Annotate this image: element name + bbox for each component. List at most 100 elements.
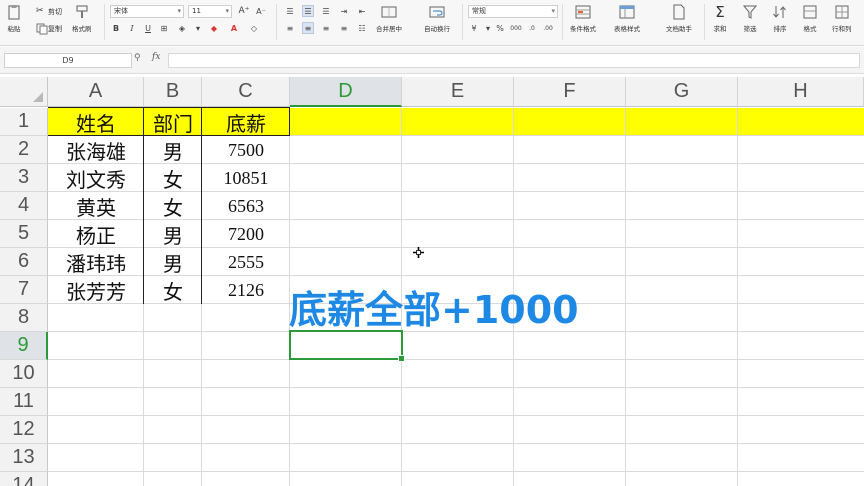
distribute-icon[interactable]: ☷ <box>356 22 368 34</box>
dropdown-icon[interactable]: ▾ <box>192 22 204 34</box>
conditional-format-button[interactable]: 条件格式 <box>570 4 596 33</box>
cell-a1[interactable]: 姓名 <box>48 108 144 136</box>
cell-c7[interactable]: 2126 <box>202 276 290 304</box>
cell-b5[interactable]: 男 <box>144 220 202 248</box>
row-header-14[interactable]: 14 <box>0 472 48 486</box>
cell-b2[interactable]: 男 <box>144 136 202 164</box>
eraser-icon[interactable]: ◇ <box>248 22 260 34</box>
border-icon[interactable]: ⊞ <box>158 22 170 34</box>
align-center-icon[interactable]: ≡ <box>302 22 314 34</box>
cell-c2[interactable]: 7500 <box>202 136 290 164</box>
align-right-icon[interactable]: ≡ <box>320 22 332 34</box>
filter-button[interactable]: 筛选 <box>742 4 758 33</box>
format-button[interactable]: 格式 <box>802 4 818 33</box>
column-header-f[interactable]: F <box>514 77 626 107</box>
wrap-text-button[interactable]: 自动换行 <box>424 4 450 33</box>
row-header-6[interactable]: 6 <box>0 248 48 276</box>
fill-color-icon[interactable]: ◈ <box>176 22 188 34</box>
cell-c3[interactable]: 10851 <box>202 164 290 192</box>
underline-icon[interactable]: U <box>142 22 154 34</box>
spreadsheet-grid[interactable]: ABCDEFGH 1 2 3 4 5 6 7 8 9 10 11 12 13 14 姓名 部门 底薪 张海雄男 7… <box>0 74 864 486</box>
percent-icon[interactable]: % <box>494 22 506 34</box>
row-header-8[interactable]: 8 <box>0 304 48 332</box>
row-header-1[interactable]: 1 <box>0 108 48 136</box>
row-header-7[interactable]: 7 <box>0 276 48 304</box>
fx-label[interactable]: fx <box>152 52 160 62</box>
indent-icon[interactable]: ⇥ <box>338 5 350 17</box>
cell-c4[interactable]: 6563 <box>202 192 290 220</box>
row-header-5[interactable]: 5 <box>0 220 48 248</box>
select-all-corner[interactable] <box>0 77 48 107</box>
row-header-13[interactable]: 13 <box>0 444 48 472</box>
sum-button[interactable]: Σ 求和 <box>712 4 728 33</box>
table-style-button[interactable]: 表格样式 <box>614 4 640 33</box>
row-header-10[interactable]: 10 <box>0 360 48 388</box>
row-header-4[interactable]: 4 <box>0 192 48 220</box>
column-header-a[interactable]: A <box>48 77 144 107</box>
funnel-icon <box>742 5 758 19</box>
thousands-icon[interactable]: 000 <box>510 22 522 34</box>
copy-icon <box>36 23 48 35</box>
column-header-g[interactable]: G <box>626 77 738 107</box>
cell-b1[interactable]: 部门 <box>144 108 202 136</box>
active-cell-d9[interactable] <box>289 330 405 362</box>
cell-c6[interactable]: 2555 <box>202 248 290 276</box>
increase-decimal-icon[interactable]: .0 <box>526 22 538 34</box>
merge-center-button[interactable]: 合并居中 <box>376 4 402 33</box>
row-header-2[interactable]: 2 <box>0 136 48 164</box>
bucket-icon[interactable]: ◆ <box>208 22 220 34</box>
format-painter-button[interactable]: 格式刷 <box>72 4 92 33</box>
gridline-v <box>625 108 626 486</box>
align-bottom-icon[interactable]: ☰ <box>320 5 332 17</box>
cell-a5[interactable]: 杨正 <box>48 220 144 248</box>
row-header-3[interactable]: 3 <box>0 164 48 192</box>
grow-font-icon[interactable]: A⁺ <box>238 5 250 17</box>
cut-button[interactable]: ✂ 剪切 <box>36 6 62 18</box>
doc-helper-label: 文档助手 <box>666 25 692 33</box>
formula-input[interactable] <box>168 53 860 68</box>
cell-a2[interactable]: 张海雄 <box>48 136 144 164</box>
cell-b6[interactable]: 男 <box>144 248 202 276</box>
column-header-h[interactable]: H <box>738 77 864 107</box>
cell-a7[interactable]: 张芳芳 <box>48 276 144 304</box>
cell-b3[interactable]: 女 <box>144 164 202 192</box>
wrap-text-label: 自动换行 <box>424 25 450 33</box>
sort-button[interactable]: 排序 <box>772 4 788 33</box>
align-left-icon[interactable]: ≡ <box>284 22 296 34</box>
cell-c1[interactable]: 底薪 <box>202 108 290 136</box>
row-header-12[interactable]: 12 <box>0 416 48 444</box>
justify-icon[interactable]: ≡ <box>338 22 350 34</box>
name-box[interactable]: D9 <box>4 53 132 68</box>
decrease-decimal-icon[interactable]: .00 <box>542 22 554 34</box>
column-header-e[interactable]: E <box>402 77 514 107</box>
font-size-select[interactable]: 11 <box>188 5 232 18</box>
cell-b4[interactable]: 女 <box>144 192 202 220</box>
cell-c5[interactable]: 7200 <box>202 220 290 248</box>
column-header-c[interactable]: C <box>202 77 290 107</box>
rows-columns-button[interactable]: 行和列 <box>832 4 852 33</box>
cell-b7[interactable]: 女 <box>144 276 202 304</box>
row-header-11[interactable]: 11 <box>0 388 48 416</box>
cell-a4[interactable]: 黄英 <box>48 192 144 220</box>
currency-icon[interactable]: ¥ <box>468 22 480 34</box>
gridline-h <box>48 387 864 388</box>
row-header-9[interactable]: 9 <box>0 332 48 360</box>
dropdown-icon[interactable]: ▾ <box>482 22 494 34</box>
column-header-d[interactable]: D <box>290 77 402 107</box>
align-top-icon[interactable]: ☰ <box>284 5 296 17</box>
outdent-icon[interactable]: ⇤ <box>356 5 368 17</box>
zoom-icon[interactable]: ⚲ <box>134 53 141 63</box>
shrink-font-icon[interactable]: A⁻ <box>255 5 267 17</box>
font-color-icon[interactable]: A <box>228 22 240 34</box>
paste-button[interactable]: 粘贴 <box>6 4 22 33</box>
column-header-b[interactable]: B <box>144 77 202 107</box>
copy-button[interactable]: 复制 <box>36 23 62 35</box>
cell-a6[interactable]: 潘玮玮 <box>48 248 144 276</box>
cell-a3[interactable]: 刘文秀 <box>48 164 144 192</box>
align-middle-icon[interactable]: ☰ <box>302 5 314 17</box>
number-format-select[interactable]: 常规 <box>468 5 558 18</box>
italic-icon[interactable]: I <box>126 22 138 34</box>
bold-icon[interactable]: B <box>110 22 122 34</box>
font-name-select[interactable]: 宋体 <box>110 5 184 18</box>
doc-helper-button[interactable]: 文档助手 <box>666 4 692 33</box>
